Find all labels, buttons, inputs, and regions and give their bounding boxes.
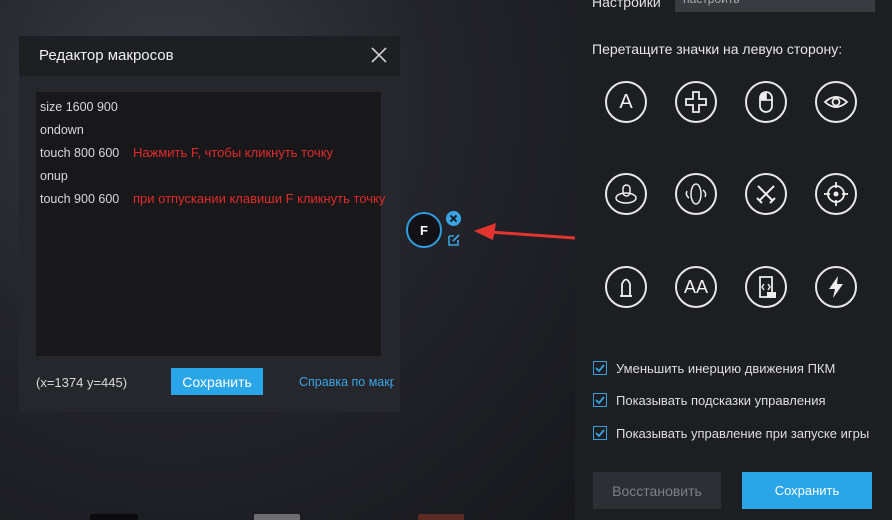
game-bottom-element — [418, 514, 464, 520]
checkbox[interactable] — [593, 393, 607, 407]
coordinates-readout: (x=1374 y=445) — [36, 375, 128, 390]
macro-line: touch 800 600 — [40, 146, 120, 160]
mouse-icon[interactable] — [745, 81, 787, 123]
mouse-rotate-icon[interactable] — [605, 173, 647, 215]
settings-label: Настройки — [592, 0, 661, 10]
edit-macro-icon[interactable] — [446, 232, 462, 248]
checkmark-icon — [595, 364, 605, 373]
macro-help-link[interactable]: Справка по макросам — [299, 375, 394, 389]
checkbox[interactable] — [593, 361, 607, 375]
option-label: Показывать подсказки управления — [616, 392, 826, 408]
crosshair-icon[interactable] — [815, 173, 857, 215]
key-a-icon[interactable]: A — [605, 81, 647, 123]
macro-note-release: при отпускании клавиши F кликнуть точку — [133, 191, 386, 206]
key-aa-icon[interactable]: AA — [675, 266, 717, 308]
macro-line: touch 900 600 — [40, 192, 120, 206]
control-icons-grid: A AA — [605, 81, 865, 311]
option-label: Уменьшить инерцию движения ПКМ — [616, 360, 836, 376]
restore-button[interactable]: Восстановить — [593, 472, 721, 509]
macro-script-textarea[interactable]: size 1600 900 ondown touch 800 600 Нажми… — [36, 92, 385, 356]
macro-line: onup — [40, 169, 68, 183]
checkmark-icon — [595, 396, 605, 405]
crossed-swords-icon[interactable] — [745, 173, 787, 215]
eye-icon[interactable] — [815, 81, 857, 123]
close-icon[interactable] — [368, 44, 390, 66]
key-aa-label: AA — [683, 276, 708, 297]
bullet-icon[interactable] — [605, 266, 647, 308]
game-bottom-element — [254, 514, 300, 520]
option-show-on-start[interactable]: Показывать управление при запуске игры — [593, 424, 869, 442]
lightning-icon[interactable] — [815, 266, 857, 308]
rotate-view-icon[interactable] — [675, 173, 717, 215]
remove-marker-icon[interactable] — [446, 211, 461, 226]
key-marker-label: F — [420, 222, 428, 238]
script-icon[interactable] — [745, 266, 787, 308]
macro-line: size 1600 900 — [40, 100, 118, 114]
option-show-hints[interactable]: Показывать подсказки управления — [593, 391, 826, 409]
option-reduce-inertia[interactable]: Уменьшить инерцию движения ПКМ — [593, 359, 835, 377]
drag-hint: Перетащите значки на левую сторону: — [592, 41, 843, 57]
game-bottom-element — [90, 514, 138, 520]
save-button[interactable]: Сохранить — [742, 472, 872, 509]
controls-settings-panel: Настройки настроить Перетащите значки на… — [575, 0, 892, 520]
macro-editor-panel: Редактор макросов size 1600 900 ondown t… — [19, 36, 400, 412]
macro-save-button[interactable]: Сохранить — [171, 368, 263, 395]
macro-line: ondown — [40, 123, 84, 137]
checkbox[interactable] — [593, 426, 607, 440]
option-label: Показывать управление при запуске игры — [616, 425, 870, 441]
settings-select[interactable]: настроить — [675, 0, 875, 12]
checkmark-icon — [595, 429, 605, 438]
macro-note-press: Нажмить F, чтобы кликнуть точку — [133, 145, 334, 160]
macro-editor-header: Редактор макросов — [19, 36, 400, 76]
dpad-icon[interactable] — [675, 81, 717, 123]
macro-editor-title: Редактор макросов — [39, 47, 174, 64]
key-marker-f[interactable]: F — [406, 212, 442, 248]
key-a-label: A — [619, 90, 633, 113]
